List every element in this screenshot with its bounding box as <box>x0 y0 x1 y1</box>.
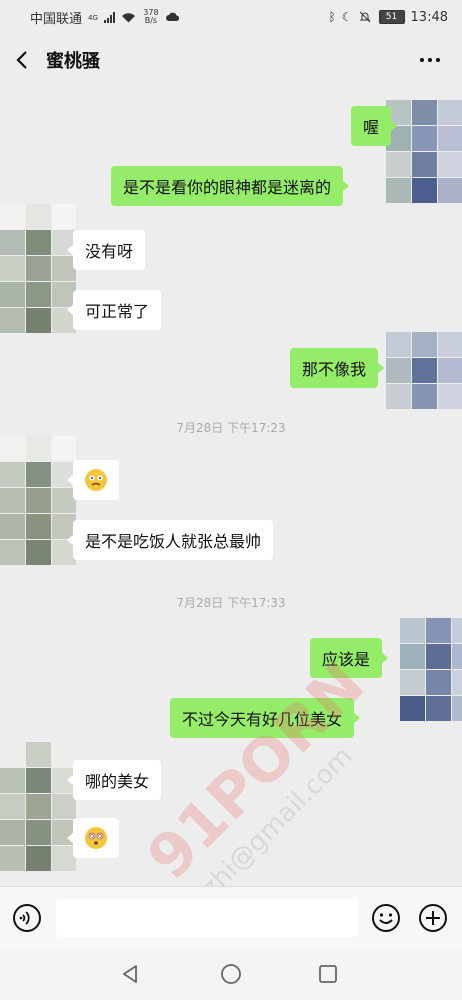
message-bubble-outgoing[interactable]: 应该是 <box>310 638 389 678</box>
emoji-picker-icon[interactable] <box>371 903 401 933</box>
self-avatar[interactable] <box>386 100 462 220</box>
chat-header: 蜜桃骚 <box>0 34 462 86</box>
signal-icon <box>103 11 115 23</box>
message-bubble-incoming[interactable]: 哪的美女 <box>66 760 162 800</box>
bluetooth-icon: ᛒ <box>328 10 336 24</box>
system-nav-bar <box>0 948 462 1000</box>
contact-avatar[interactable] <box>0 436 76 572</box>
message-bubble-incoming[interactable]: 没有呀 <box>66 230 146 270</box>
nav-recent-apps-icon[interactable] <box>316 962 340 986</box>
status-left: 中国联通 4G 378 B/s <box>30 8 180 27</box>
contact-avatar[interactable] <box>0 204 76 340</box>
net-speed: 378 B/s <box>142 9 160 25</box>
confused-face-icon <box>85 469 107 491</box>
timestamp: 7月28日 下午17:23 <box>176 421 286 435</box>
message-bubble-outgoing[interactable]: 不过今天有好几位美女 <box>170 698 361 738</box>
voice-input-icon[interactable] <box>12 903 42 933</box>
carrier-label: 中国联通 <box>30 11 83 27</box>
battery-icon: 51 <box>378 10 405 24</box>
message-bubble-outgoing[interactable]: 那不像我 <box>290 348 385 388</box>
status-bar: 中国联通 4G 378 B/s ᛒ ☾ 51 13:48 <box>0 0 462 34</box>
message-bubble-outgoing[interactable]: 是不是看你的眼神都是迷离的 <box>111 166 350 206</box>
self-avatar[interactable] <box>400 618 462 744</box>
dizzy-face-icon <box>85 827 107 849</box>
emoji-message-bubble[interactable] <box>67 460 119 500</box>
status-right: ᛒ ☾ 51 13:48 <box>329 10 448 25</box>
moon-icon: ☾ <box>341 10 353 24</box>
message-bubble-incoming[interactable]: 是不是吃饭人就张总最帅 <box>66 520 274 560</box>
chat-area[interactable]: 喔 是不是看你的眼神都是迷离的 没有呀 可正常了 那不像我 7月28日 下午17… <box>0 86 462 886</box>
nav-back-icon[interactable] <box>118 962 142 986</box>
more-options-icon[interactable] <box>420 58 440 62</box>
net-speed-unit: B/s <box>144 16 158 25</box>
chat-title: 蜜桃骚 <box>46 51 100 72</box>
input-bar <box>0 886 462 948</box>
network-type-label: 4G <box>88 13 98 22</box>
emoji-message-bubble[interactable] <box>67 818 119 858</box>
message-input[interactable] <box>56 899 358 937</box>
back-arrow-icon[interactable] <box>15 50 29 70</box>
timestamp: 7月28日 下午17:33 <box>176 596 286 610</box>
cloud-icon <box>165 12 179 21</box>
wifi-icon <box>121 12 135 22</box>
contact-avatar[interactable] <box>0 742 76 886</box>
plus-icon[interactable] <box>418 903 448 933</box>
status-time: 13:48 <box>410 9 448 25</box>
mute-bell-icon <box>359 11 370 23</box>
message-bubble-outgoing[interactable]: 喔 <box>351 106 398 146</box>
message-bubble-incoming[interactable]: 可正常了 <box>66 290 162 330</box>
nav-home-icon[interactable] <box>219 962 243 986</box>
